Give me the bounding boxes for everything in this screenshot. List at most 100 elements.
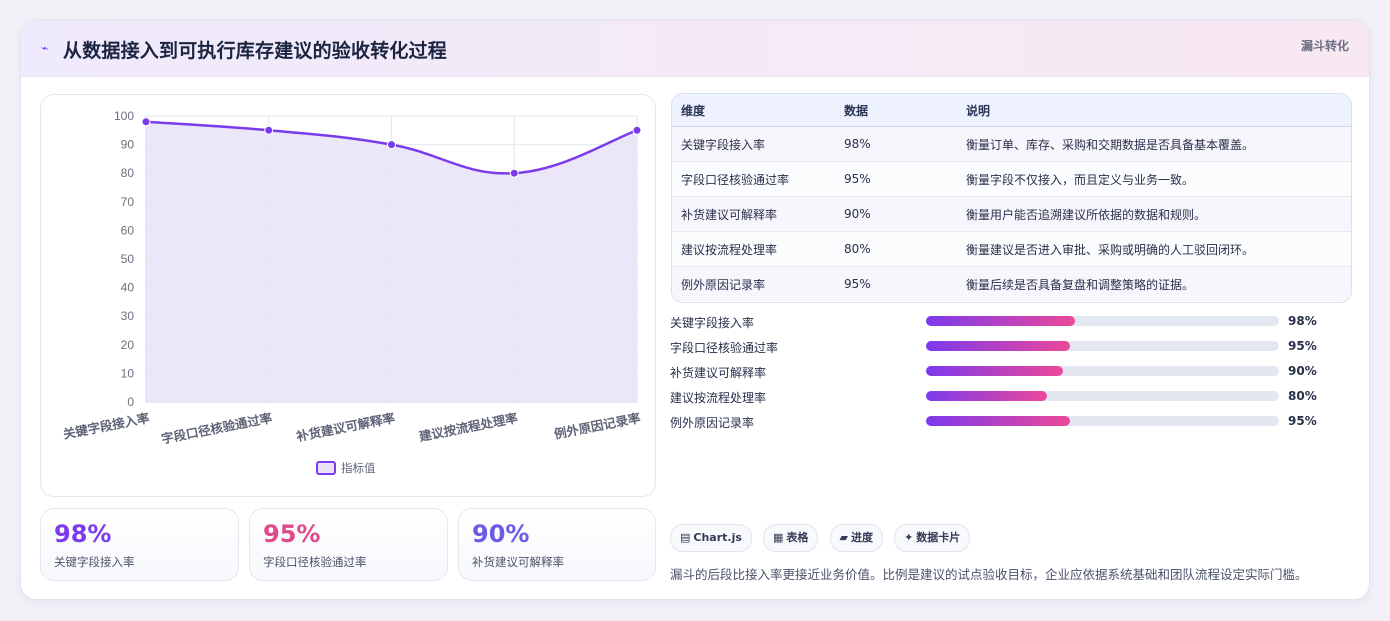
progress-value: 80%: [1288, 389, 1317, 403]
line-chart-panel: 0 10 20 30 40 50 60 70 80 90 100 关键字段接入率 字段口径核验通过率 补货…: [40, 94, 656, 497]
page-title: 从数据接入到可执行库存建议的验收转化过程: [63, 40, 448, 62]
table-cell: 衡量字段不仅接入，而且定义与业务一致。: [957, 161, 1351, 197]
pill-label: 数据卡片: [916, 531, 961, 544]
pill-label: 进度: [850, 531, 873, 544]
y-tick-label: 10: [121, 366, 135, 380]
y-tick-label: 0: [127, 395, 134, 409]
kpi-value: 98%: [54, 520, 112, 548]
kpi-card-2: 95% 字段口径核验通过率: [249, 508, 448, 581]
progress-row: 补货建议可解释率 90%: [670, 361, 1350, 386]
pill-chartjs: ▤ Chart.js: [670, 524, 752, 552]
y-tick-label: 60: [121, 223, 135, 237]
table-cell: 例外原因记录率: [672, 266, 835, 301]
progress-track: [926, 316, 1279, 326]
y-tick-label: 30: [121, 309, 135, 323]
footnote: 漏斗的后段比接入率更接近业务价值。比例是建议的试点验收目标，企业应依据系统基础和…: [670, 567, 1308, 582]
table-row: 例外原因记录率 95% 衡量后续是否具备复盘和调整策略的证据。: [672, 266, 1351, 301]
x-tick-label: 补货建议可解释率: [294, 410, 396, 444]
card-header: ⌁ 从数据接入到可执行库存建议的验收转化过程 漏斗转化: [21, 21, 1369, 77]
data-point: [632, 125, 642, 135]
kpi-card-3: 90% 补货建议可解释率: [458, 508, 656, 581]
table-cell: 衡量建议是否进入审批、采购或明确的人工驳回闭环。: [957, 231, 1351, 267]
progress-row: 字段口径核验通过率 95%: [670, 336, 1350, 361]
table-cell: 衡量用户能否追溯建议所依据的数据和规则。: [957, 196, 1351, 232]
progress-icon: ▰: [839, 531, 848, 544]
table-header-row: 维度 数据 说明: [672, 94, 1351, 127]
y-tick-label: 70: [121, 195, 135, 209]
pill-label: Chart.js: [693, 531, 742, 544]
table-cell: 80%: [835, 231, 957, 267]
table-cell: 衡量订单、库存、采购和交期数据是否具备基本覆盖。: [957, 126, 1351, 162]
metrics-table: 维度 数据 说明 关键字段接入率 98% 衡量订单、库存、采购和交期数据是否具备…: [671, 93, 1352, 303]
series-area: [146, 121, 637, 402]
kpi-label: 字段口径核验通过率: [263, 555, 367, 569]
feature-pills: ▤ Chart.js ▦ 表格 ▰ 进度 ✦ 数据卡片: [670, 524, 976, 552]
progress-value: 98%: [1288, 314, 1317, 328]
kpi-card-1: 98% 关键字段接入率: [40, 508, 239, 581]
progress-row: 关键字段接入率 98%: [670, 311, 1350, 336]
table-row: 字段口径核验通过率 95% 衡量字段不仅接入，而且定义与业务一致。: [672, 161, 1351, 197]
column-header: 维度: [672, 94, 835, 127]
progress-track: [926, 366, 1279, 376]
x-tick-label: 建议按流程处理率: [418, 410, 520, 444]
kpi-label: 关键字段接入率: [54, 555, 135, 569]
table-cell: 关键字段接入率: [672, 126, 835, 162]
table-cell: 衡量后续是否具备复盘和调整策略的证据。: [957, 266, 1351, 301]
y-tick-label: 90: [121, 138, 135, 152]
pulse-icon: ⌁: [41, 41, 49, 55]
table-cell: 95%: [835, 161, 957, 197]
kpi-value: 95%: [263, 520, 321, 548]
progress-row: 建议按流程处理率 80%: [670, 386, 1350, 411]
table-cell: 补货建议可解释率: [672, 196, 835, 232]
progress-fill: [926, 391, 1048, 401]
progress-label: 关键字段接入率: [670, 316, 755, 330]
progress-track: [926, 341, 1279, 351]
table-row: 关键字段接入率 98% 衡量订单、库存、采购和交期数据是否具备基本覆盖。: [672, 126, 1351, 162]
y-tick-label: 40: [121, 281, 135, 295]
pill-progress: ▰ 进度: [829, 524, 883, 552]
table-icon: ▦: [773, 531, 784, 544]
line-chart: 0 10 20 30 40 50 60 70 80 90 100 关键字段接入率 字段口径核验通过率 补货…: [62, 109, 642, 475]
y-tick-label: 80: [121, 166, 135, 180]
progress-label: 例外原因记录率: [670, 416, 755, 430]
progress-value: 90%: [1288, 364, 1317, 378]
table-cell: 95%: [835, 266, 957, 301]
table-cell: 字段口径核验通过率: [672, 161, 835, 197]
progress-row: 例外原因记录率 95%: [670, 411, 1350, 436]
data-point: [387, 140, 396, 150]
x-tick-label: 关键字段接入率: [62, 410, 151, 442]
x-tick-label: 字段口径核验通过率: [160, 410, 274, 446]
progress-track: [926, 391, 1279, 401]
column-header: 数据: [835, 94, 957, 127]
data-point: [264, 125, 274, 135]
progress-value: 95%: [1288, 414, 1317, 428]
table-row: 建议按流程处理率 80% 衡量建议是否进入审批、采购或明确的人工驳回闭环。: [672, 231, 1351, 267]
progress-list: 关键字段接入率 98% 字段口径核验通过率 95% 补货建议可解释率 90% 建…: [670, 311, 1350, 436]
y-tick-label: 100: [114, 109, 134, 123]
chart-icon: ▤: [680, 531, 691, 544]
progress-fill: [926, 366, 1063, 376]
progress-label: 补货建议可解释率: [670, 366, 767, 380]
table-cell: 建议按流程处理率: [672, 231, 835, 267]
pill-data-card: ✦ 数据卡片: [894, 524, 971, 552]
y-tick-label: 50: [121, 252, 135, 266]
y-tick-label: 20: [121, 338, 135, 352]
progress-label: 字段口径核验通过率: [670, 341, 779, 355]
progress-track: [926, 416, 1279, 426]
kpi-label: 补货建议可解释率: [472, 555, 564, 569]
table-cell: 98%: [835, 126, 957, 162]
progress-label: 建议按流程处理率: [670, 391, 767, 405]
progress-fill: [926, 341, 1071, 351]
data-point: [509, 168, 519, 178]
progress-fill: [926, 416, 1071, 426]
progress-fill: [926, 316, 1075, 326]
sparkle-icon: ✦: [904, 531, 914, 544]
legend-swatch: [316, 461, 336, 475]
column-header: 说明: [957, 94, 1351, 127]
pill-table: ▦ 表格: [763, 524, 819, 552]
table-row: 补货建议可解释率 90% 衡量用户能否追溯建议所依据的数据和规则。: [672, 196, 1351, 232]
category-tag: 漏斗转化: [1300, 39, 1349, 53]
x-tick-label: 例外原因记录率: [553, 410, 642, 442]
data-point: [141, 117, 151, 127]
pill-label: 表格: [786, 531, 809, 544]
